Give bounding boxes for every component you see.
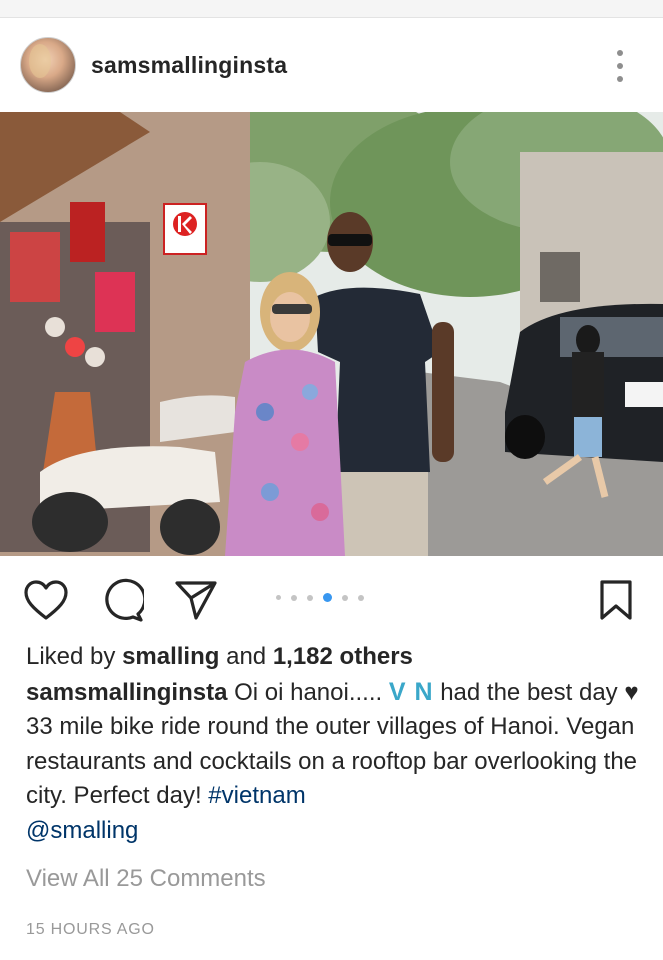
caption-text: Oi oi hanoi..... — [234, 678, 383, 706]
heart-icon — [24, 580, 68, 620]
send-arrow-icon — [175, 581, 217, 620]
caption: samsmallinginsta Oi oi hanoi..... V N ha… — [26, 675, 646, 849]
hashtag-link[interactable]: #vietnam — [208, 782, 305, 809]
likes-count[interactable]: 1,182 others — [273, 643, 413, 670]
carousel-dot — [342, 594, 348, 601]
more-vertical-icon — [617, 50, 623, 56]
post-content: Liked by smalling and 1,182 others samsm… — [26, 640, 646, 947]
post-username[interactable]: samsmallinginsta — [91, 52, 287, 79]
post-header: samsmallinginsta — [0, 18, 663, 112]
post-timestamp: 15 HOURS AGO — [26, 920, 155, 938]
avatar[interactable] — [20, 37, 76, 93]
street-scene-image — [0, 112, 663, 556]
view-all-comments-link[interactable]: View All 25 Comments — [26, 862, 646, 897]
carousel-dot-active — [323, 593, 332, 602]
likes-conjunction: and — [226, 643, 267, 670]
share-button[interactable] — [172, 576, 220, 624]
caption-text: 33 mile bike ride round the outer villag… — [26, 713, 638, 809]
mention-link[interactable]: @smalling — [26, 817, 138, 844]
vietnam-flag-emoji: V N — [388, 677, 434, 706]
caption-text: had the best day — [440, 678, 618, 706]
status-strip — [0, 0, 663, 18]
liker-username[interactable]: smalling — [122, 643, 219, 670]
comment-bubble-icon — [105, 578, 144, 622]
bookmark-icon — [600, 580, 632, 620]
carousel-dot — [358, 594, 364, 601]
comment-button[interactable] — [98, 576, 146, 624]
carousel-dot — [307, 594, 313, 601]
caption-username[interactable]: samsmallinginsta — [26, 679, 227, 706]
likes-line: Liked by smalling and 1,182 others — [26, 640, 646, 675]
action-bar — [0, 556, 663, 644]
save-button[interactable] — [592, 576, 640, 624]
like-button[interactable] — [22, 576, 70, 624]
likes-prefix: Liked by — [26, 643, 116, 670]
carousel-dot — [291, 594, 297, 601]
more-options-button[interactable] — [613, 50, 627, 82]
heart-emoji-icon: ♥ — [624, 678, 639, 706]
carousel-indicator — [276, 593, 364, 602]
carousel-dot — [276, 595, 281, 600]
post-photo[interactable] — [0, 112, 663, 556]
